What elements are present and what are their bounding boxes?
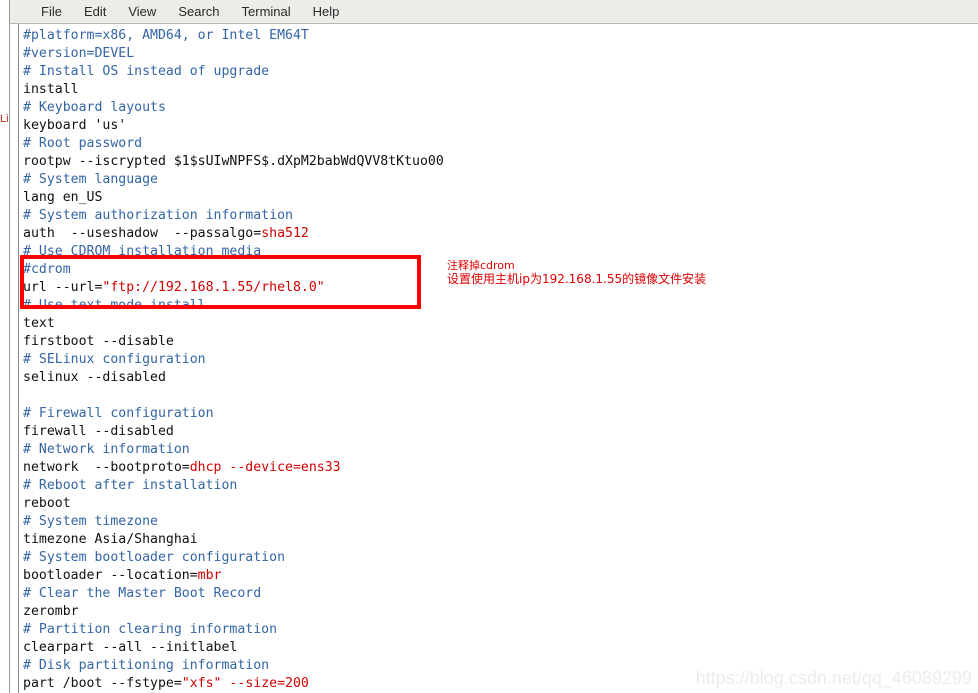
background-window-fragment: Lin — [0, 112, 9, 126]
code-line-12: # Use CDROM installation media — [23, 244, 262, 259]
code-line-18: # SELinux configuration — [23, 352, 206, 367]
menu-item-search[interactable]: Search — [167, 1, 230, 22]
code-line-24: network --bootproto= — [23, 460, 190, 475]
menu-item-help[interactable]: Help — [302, 1, 351, 22]
code-line-32: zerombr — [23, 604, 79, 619]
kickstart-config-text: #platform=x86, AMD64, or Intel EM64T #ve… — [23, 27, 978, 693]
annotation-line-2: 设置使用主机ip为192.168.1.55的镜像文件安装 — [447, 272, 707, 286]
code-line-13: #cdrom — [23, 262, 71, 277]
code-line-3: install — [23, 82, 79, 97]
code-line-0: #platform=x86, AMD64, or Intel EM64T — [23, 28, 309, 43]
screenshot-root: Lin File Edit View Search Terminal Help … — [0, 0, 978, 693]
code-line-36: part /boot --fstype= — [23, 676, 182, 691]
code-line-4: # Keyboard layouts — [23, 100, 166, 115]
code-line-27: # System timezone — [23, 514, 158, 529]
terminal-content-area: #platform=x86, AMD64, or Intel EM64T #ve… — [10, 24, 978, 693]
code-line-25: # Reboot after installation — [23, 478, 238, 493]
code-line-6: # Root password — [23, 136, 143, 151]
code-line-15: # Use text mode install — [23, 298, 206, 313]
code-line-29: # System bootloader configuration — [23, 550, 286, 565]
code-line-31: # Clear the Master Boot Record — [23, 586, 262, 601]
menu-item-file[interactable]: File — [30, 1, 73, 22]
code-line-11-emphasis: sha512 — [261, 226, 309, 241]
code-line-9: lang en_US — [23, 190, 103, 205]
annotation-line-1: 注释掉cdrom — [447, 259, 515, 272]
code-line-30: bootloader --location= — [23, 568, 198, 583]
code-line-30-emphasis: mbr — [197, 568, 222, 583]
code-line-26: reboot — [23, 496, 71, 511]
terminal-window: File Edit View Search Terminal Help #pla… — [9, 0, 978, 693]
code-line-1: #version=DEVEL — [23, 46, 135, 61]
code-line-7: rootpw --iscrypted $1$sUIwNPFS$.dXpM2bab… — [23, 154, 444, 169]
code-line-8: # System language — [23, 172, 158, 187]
code-line-10: # System authorization information — [23, 208, 293, 223]
code-line-19: selinux --disabled — [23, 370, 166, 385]
menu-item-edit[interactable]: Edit — [73, 1, 117, 22]
code-line-23: # Network information — [23, 442, 190, 457]
code-line-14-emphasis: "ftp://192.168.1.55/rhel8.0" — [102, 280, 325, 295]
code-line-22: firewall --disabled — [23, 424, 174, 439]
menu-item-view[interactable]: View — [117, 1, 167, 22]
code-line-16: text — [23, 316, 55, 331]
code-line-21: # Firewall configuration — [23, 406, 214, 421]
code-line-33: # Partition clearing information — [23, 622, 278, 637]
chinese-annotation: 注释掉cdrom 设置使用主机ip为192.168.1.55的镜像文件安装 — [447, 259, 706, 286]
menu-bar: File Edit View Search Terminal Help — [10, 0, 978, 24]
code-line-36-emphasis: "xfs" --size=200 — [181, 676, 309, 691]
code-line-17: firstboot --disable — [23, 334, 174, 349]
background-fragment-text: Lin — [0, 113, 9, 125]
code-line-24-emphasis: dhcp --device=ens33 — [189, 460, 341, 475]
menu-item-terminal[interactable]: Terminal — [231, 1, 302, 22]
code-line-5: keyboard 'us' — [23, 118, 127, 133]
code-line-35: # Disk partitioning information — [23, 658, 270, 673]
code-line-14: url --url= — [23, 280, 103, 295]
scrollbar-gutter[interactable] — [10, 24, 19, 693]
code-line-28: timezone Asia/Shanghai — [23, 532, 198, 547]
code-line-34: clearpart --all --initlabel — [23, 640, 238, 655]
code-line-2: # Install OS instead of upgrade — [23, 64, 270, 79]
csdn-watermark: https://blog.csdn.net/qq_46089299 — [695, 668, 972, 688]
text-pane[interactable]: #platform=x86, AMD64, or Intel EM64T #ve… — [19, 24, 978, 693]
code-line-11: auth --useshadow --passalgo= — [23, 226, 262, 241]
